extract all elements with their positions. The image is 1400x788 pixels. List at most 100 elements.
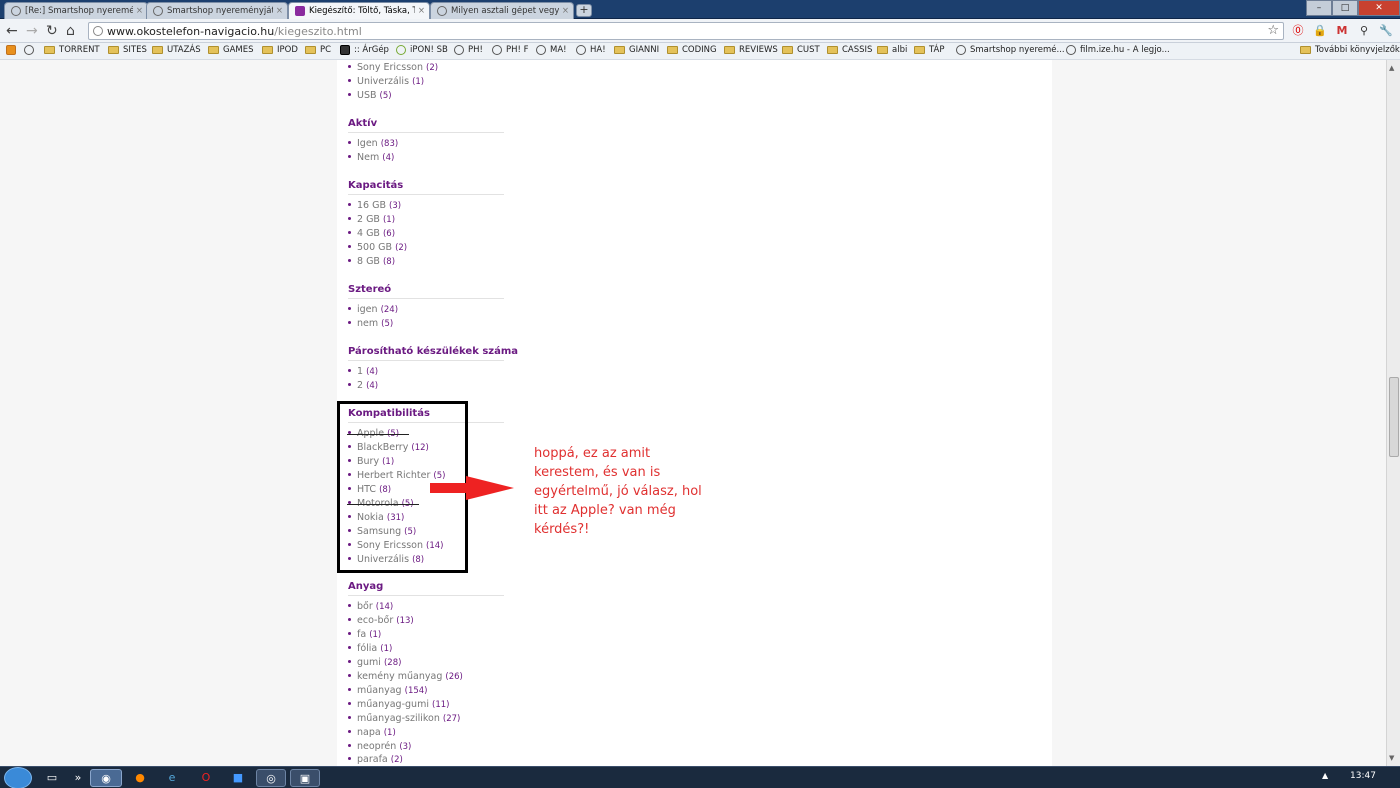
- bookmark-link[interactable]: iPON! SB: [396, 45, 448, 55]
- filter-item[interactable]: 4 GB (6): [348, 228, 395, 240]
- close-icon[interactable]: ×: [562, 6, 569, 16]
- bookmark-folder[interactable]: GAMES: [208, 45, 254, 55]
- site-logo-icon: [295, 6, 305, 16]
- opera-icon[interactable]: ⓪: [1290, 23, 1306, 39]
- tray-arrow-icon[interactable]: ▲: [1322, 771, 1328, 780]
- tab-4[interactable]: Milyen asztali gépet vegyek ×: [430, 2, 574, 19]
- home-icon[interactable]: ⌂: [66, 22, 75, 40]
- app-icon[interactable]: ■: [224, 769, 252, 787]
- divider: [348, 132, 504, 133]
- forward-icon[interactable]: →: [26, 22, 38, 40]
- scrollbar-thumb[interactable]: [1389, 377, 1399, 457]
- other-bookmarks-folder[interactable]: További könyvjelzők: [1300, 45, 1400, 55]
- bookmark-link[interactable]: MA!: [536, 45, 567, 55]
- bookmark-folder[interactable]: TORRENT: [44, 45, 100, 55]
- bookmark-link[interactable]: PH!: [454, 45, 483, 55]
- filter-item[interactable]: 500 GB (2): [348, 242, 407, 254]
- folder-icon: [667, 46, 678, 54]
- close-icon[interactable]: ×: [418, 6, 425, 16]
- filter-item[interactable]: fa (1): [348, 629, 381, 641]
- divider: [348, 194, 504, 195]
- bookmark-link[interactable]: film.ize.hu - A legjo...: [1066, 45, 1170, 55]
- back-icon[interactable]: ←: [6, 22, 18, 40]
- wordpress-icon[interactable]: [24, 45, 38, 55]
- app-window-icon[interactable]: ▣: [290, 769, 320, 787]
- ie-icon[interactable]: e: [158, 769, 186, 787]
- folder-icon: [108, 46, 119, 54]
- address-bar[interactable]: www.okostelefon-navigacio.hu/kiegeszito.…: [88, 22, 1284, 40]
- close-icon[interactable]: ×: [276, 6, 283, 16]
- filter-item[interactable]: napa (1): [348, 727, 396, 739]
- folder-icon: [152, 46, 163, 54]
- filter-item[interactable]: eco-bőr (13): [348, 615, 414, 627]
- filter-item[interactable]: kemény műanyag (26): [348, 671, 463, 683]
- filter-item[interactable]: fólia (1): [348, 643, 392, 655]
- opera-taskbar-icon[interactable]: O: [192, 769, 220, 787]
- tab-2[interactable]: Smartshop nyereményjáték ×: [146, 2, 288, 19]
- bookmark-folder[interactable]: GIANNI: [614, 45, 659, 55]
- filter-item[interactable]: 2 (4): [348, 380, 378, 392]
- bookmark-link[interactable]: PH! F: [492, 45, 529, 55]
- filter-item[interactable]: 2 GB (1): [348, 214, 395, 226]
- bookmark-folder[interactable]: UTAZÁS: [152, 45, 201, 55]
- gmail-icon[interactable]: M: [1334, 23, 1350, 39]
- bookmark-link[interactable]: Smartshop nyeremé...: [956, 45, 1065, 55]
- bookmark-folder[interactable]: TÁP: [914, 45, 944, 55]
- blogger-icon[interactable]: [6, 45, 20, 55]
- start-button[interactable]: [4, 767, 32, 788]
- tab-3-active[interactable]: Kiegészítő: Töltő, Táska, Tok ×: [288, 2, 430, 19]
- tab-1[interactable]: [Re:] Smartshop nyeremén ×: [4, 2, 148, 19]
- filter-item[interactable]: Univerzális (1): [348, 76, 424, 88]
- filter-item[interactable]: USB (5): [348, 90, 392, 102]
- star-icon[interactable]: ☆: [1267, 23, 1279, 38]
- bookmark-folder[interactable]: CODING: [667, 45, 717, 55]
- filter-item[interactable]: 8 GB (8): [348, 256, 395, 268]
- filter-item[interactable]: műanyag (154): [348, 685, 427, 697]
- close-window-icon[interactable]: ✕: [1358, 0, 1400, 16]
- filter-item[interactable]: bőr (14): [348, 601, 393, 613]
- scroll-down-icon[interactable]: ▼: [1389, 754, 1394, 762]
- close-icon[interactable]: ×: [136, 6, 143, 16]
- bookmark-link[interactable]: :: ÁrGép: [340, 45, 389, 55]
- filter-item[interactable]: parafa (2): [348, 754, 403, 766]
- search-extension-icon[interactable]: ⚲: [1356, 23, 1372, 39]
- bookmark-folder[interactable]: CUST: [782, 45, 820, 55]
- filter-item[interactable]: nem (5): [348, 318, 393, 330]
- filter-item[interactable]: gumi (28): [348, 657, 401, 669]
- bookmark-folder[interactable]: CASSIS: [827, 45, 872, 55]
- bookmark-folder[interactable]: SITES: [108, 45, 147, 55]
- show-desktop-icon[interactable]: ▭: [38, 769, 66, 787]
- chrome-icon[interactable]: ◉: [90, 769, 122, 787]
- folder-icon: [827, 46, 838, 54]
- filter-item[interactable]: neoprén (3): [348, 741, 411, 753]
- minimize-icon[interactable]: –: [1306, 0, 1332, 16]
- filter-item[interactable]: igen (24): [348, 304, 398, 316]
- app-window-icon[interactable]: ◎: [256, 769, 286, 787]
- maximize-icon[interactable]: □: [1332, 0, 1358, 16]
- new-tab-button[interactable]: +: [576, 4, 592, 17]
- overflow-icon[interactable]: »: [64, 769, 92, 787]
- folder-icon: [914, 46, 925, 54]
- filter-item[interactable]: Sony Ericsson (2): [348, 62, 438, 74]
- reload-icon[interactable]: ↻: [46, 22, 58, 40]
- filter-item[interactable]: műanyag-szilikon (27): [348, 713, 460, 725]
- bookmark-folder[interactable]: IPOD: [262, 45, 298, 55]
- folder-icon: [44, 46, 55, 54]
- folder-icon: [262, 46, 273, 54]
- filter-item[interactable]: 16 GB (3): [348, 200, 401, 212]
- filter-item[interactable]: 1 (4): [348, 366, 378, 378]
- folder-icon: [1300, 46, 1311, 54]
- scroll-up-icon[interactable]: ▲: [1389, 64, 1394, 72]
- wrench-icon[interactable]: 🔧: [1378, 23, 1394, 39]
- filter-item[interactable]: műanyag-gumi (11): [348, 699, 449, 711]
- bookmark-folder[interactable]: PC: [305, 45, 331, 55]
- bookmark-link[interactable]: HA!: [576, 45, 606, 55]
- filter-item[interactable]: Nem (4): [348, 152, 394, 164]
- tab-title: Milyen asztali gépet vegyek: [451, 6, 559, 16]
- firefox-icon[interactable]: ●: [126, 769, 154, 787]
- bookmark-folder[interactable]: REVIEWS: [724, 45, 778, 55]
- bookmark-folder[interactable]: albi: [877, 45, 907, 55]
- filter-item[interactable]: Igen (83): [348, 138, 398, 150]
- lock-icon[interactable]: 🔒: [1312, 23, 1328, 39]
- vertical-scrollbar[interactable]: ▲ ▼: [1386, 60, 1400, 766]
